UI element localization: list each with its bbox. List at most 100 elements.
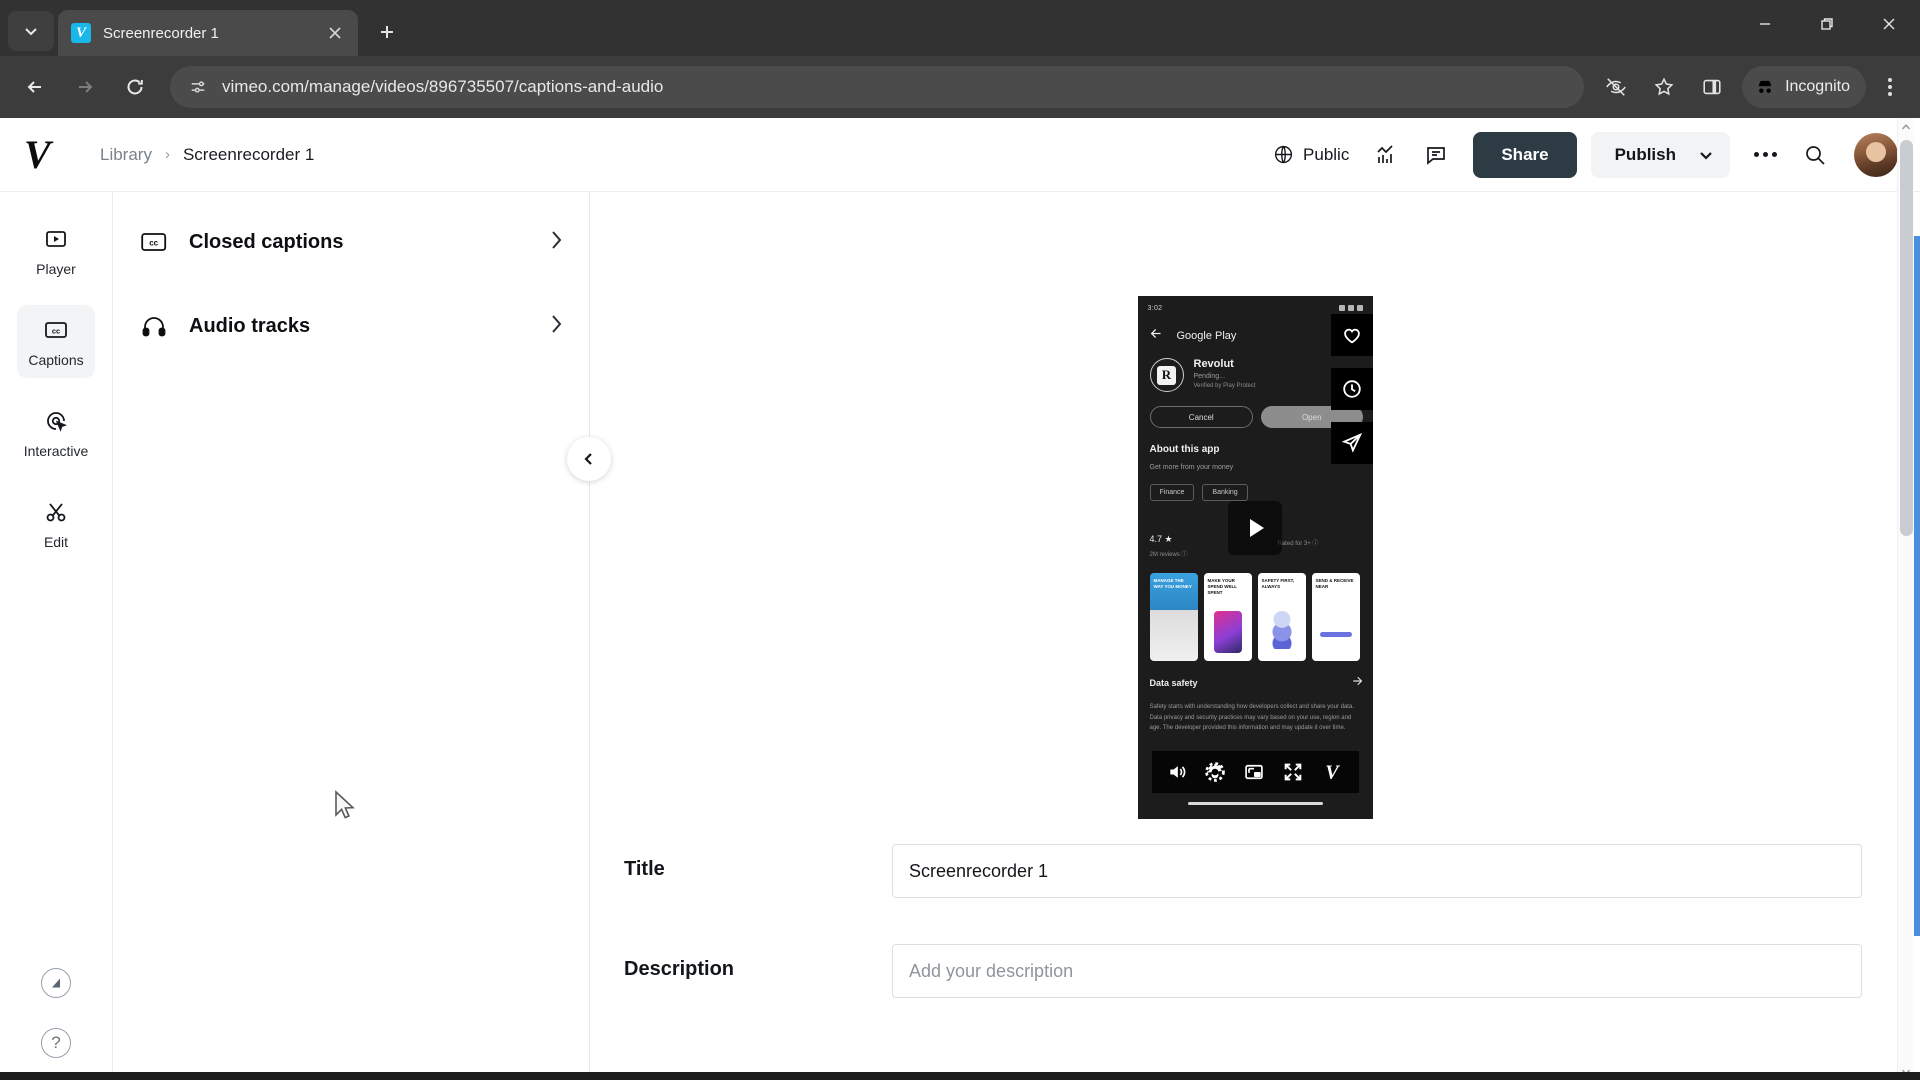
comments-button[interactable] — [1413, 132, 1459, 178]
window-maximize-button[interactable] — [1796, 0, 1858, 48]
back-arrow-icon — [27, 81, 41, 93]
rating-block: 4.7 ★ 2M reviews ⓘ — [1150, 534, 1188, 558]
app-state: Pending... — [1193, 373, 1226, 380]
help-button[interactable]: ? — [41, 1028, 71, 1058]
player-icon — [46, 231, 66, 247]
sidebar-item-edit[interactable]: Edit — [17, 487, 95, 560]
contrast-accessibility-icon — [52, 978, 60, 988]
panel-row-label: Closed captions — [189, 230, 344, 253]
address-bar[interactable]: vimeo.com/manage/videos/896735507/captio… — [170, 66, 1585, 108]
privacy-status-button[interactable]: Public — [1263, 136, 1359, 173]
more-options-button[interactable] — [1742, 132, 1788, 178]
app-meta: Revolut Pending... Verified by Play Prot… — [1194, 358, 1256, 389]
help-question-icon: ? — [51, 1033, 61, 1052]
back-button[interactable] — [14, 66, 56, 108]
sidebar-item-interactive[interactable]: Interactive — [17, 396, 95, 469]
reload-icon — [127, 79, 143, 95]
plus-icon — [381, 26, 393, 38]
header-actions: Public Share Publish — [1263, 131, 1898, 178]
scrollbar-thumb[interactable] — [1900, 140, 1913, 536]
avatar[interactable] — [1854, 132, 1898, 177]
maximize-icon — [1821, 18, 1833, 30]
svg-text:cc: cc — [52, 326, 60, 335]
screenshot-caption: MANAGE THE WAY YOU MONEY — [1153, 578, 1192, 589]
play-store-title: Google Play — [1176, 330, 1237, 342]
video-preview[interactable]: 3:02 Google Play R Revolut Pending... Ve… — [1137, 296, 1373, 819]
title-input[interactable]: Screenrecorder 1 — [892, 844, 1862, 898]
new-tab-button[interactable] — [368, 13, 406, 51]
tracking-protection-button[interactable] — [1595, 66, 1637, 108]
minimize-icon — [1760, 23, 1770, 25]
sidebar-item-label: Captions — [28, 352, 84, 368]
scroll-up-button[interactable] — [1898, 118, 1914, 135]
picture-in-picture-icon[interactable] — [1243, 762, 1265, 782]
search-button[interactable] — [1792, 132, 1838, 178]
play-icon — [1250, 519, 1264, 537]
panel-row-label: Audio tracks — [189, 314, 311, 337]
cancel-button[interactable]: Cancel — [1149, 406, 1253, 428]
forward-button[interactable] — [64, 66, 106, 108]
data-safety-heading: Data safety — [1149, 678, 1198, 688]
settings-gear-icon[interactable] — [1204, 761, 1226, 783]
back-arrow-icon — [1150, 327, 1163, 345]
chevron-right-icon — [549, 229, 563, 256]
share-button[interactable]: Share — [1473, 131, 1577, 178]
panel-row-audio-tracks[interactable]: Audio tracks — [113, 284, 589, 368]
tab-screenrecorder-1[interactable]: V Screenrecorder 1 — [58, 10, 358, 56]
heart-icon — [1343, 328, 1360, 344]
side-panel-button[interactable] — [1691, 66, 1733, 108]
incognito-indicator[interactable]: Incognito — [1742, 66, 1866, 108]
globe-icon — [1274, 145, 1293, 164]
app-initial: R — [1157, 365, 1176, 385]
window-minimize-button[interactable] — [1734, 0, 1796, 48]
volume-icon[interactable] — [1166, 762, 1188, 782]
tab-search-button[interactable] — [8, 11, 54, 51]
main-content: 3:02 Google Play R Revolut Pending... Ve… — [590, 192, 1920, 1080]
category-chip: Finance — [1149, 484, 1195, 501]
rating-caption: 2M reviews ⓘ — [1149, 552, 1188, 558]
vimeo-icon[interactable]: V — [1320, 761, 1344, 783]
data-safety-body: Safety starts with understanding how dev… — [1149, 704, 1354, 731]
chevron-left-icon — [584, 453, 592, 465]
screenshot-thumb: MANAGE THE WAY YOU MONEY — [1149, 573, 1198, 661]
analytics-button[interactable] — [1363, 132, 1409, 178]
sidebar-item-player[interactable]: Player — [17, 214, 95, 287]
sidebar-item-captions[interactable]: cc Captions — [17, 305, 95, 378]
fullscreen-icon[interactable] — [1282, 761, 1304, 783]
description-input[interactable]: Add your description — [892, 944, 1862, 998]
publish-button[interactable]: Publish — [1590, 131, 1730, 178]
video-progress-bar[interactable] — [1187, 802, 1323, 805]
screenshot-thumb: SEND & RECEIVE NEAR — [1311, 573, 1360, 661]
watch-later-button[interactable] — [1330, 368, 1373, 410]
reload-button[interactable] — [114, 66, 156, 108]
app-screenshots: MANAGE THE WAY YOU MONEY MAKE YOUR SPEND… — [1149, 573, 1373, 661]
rating-block: Rated for 3+ ⓘ — [1278, 534, 1319, 558]
incognito-icon — [1758, 80, 1772, 93]
window-focus-edge — [1914, 236, 1920, 936]
site-settings-icon[interactable] — [184, 73, 212, 101]
video-side-actions — [1330, 314, 1373, 464]
vimeo-logo[interactable]: V — [24, 134, 70, 174]
breadcrumb-library-link[interactable]: Library — [100, 145, 152, 165]
app-verified-label: Verified by Play Protect — [1193, 383, 1256, 389]
status-bar-time: 3:02 — [1147, 304, 1163, 312]
share-video-button[interactable] — [1330, 422, 1373, 464]
window-close-button[interactable] — [1858, 0, 1920, 48]
kebab-dot — [1888, 85, 1892, 89]
page-scrollbar[interactable] — [1897, 118, 1914, 1080]
play-button[interactable] — [1228, 501, 1282, 555]
tab-close-button[interactable] — [322, 20, 348, 46]
data-safety-header: Data safety — [1150, 674, 1363, 692]
title-form-row: Title Screenrecorder 1 — [624, 844, 1862, 898]
bookmark-button[interactable] — [1643, 66, 1685, 108]
about-subtitle: Get more from your money — [1149, 464, 1234, 471]
accessibility-button[interactable] — [41, 968, 71, 998]
like-button[interactable] — [1330, 314, 1373, 356]
phone-mockup — [1213, 611, 1242, 653]
browser-menu-button[interactable] — [1870, 65, 1910, 109]
collapse-panel-button[interactable] — [567, 437, 611, 481]
tune-icon — [191, 81, 205, 93]
publish-label: Publish — [1614, 144, 1676, 164]
kebab-dot — [1888, 78, 1892, 82]
panel-row-closed-captions[interactable]: cc Closed captions — [113, 200, 589, 284]
